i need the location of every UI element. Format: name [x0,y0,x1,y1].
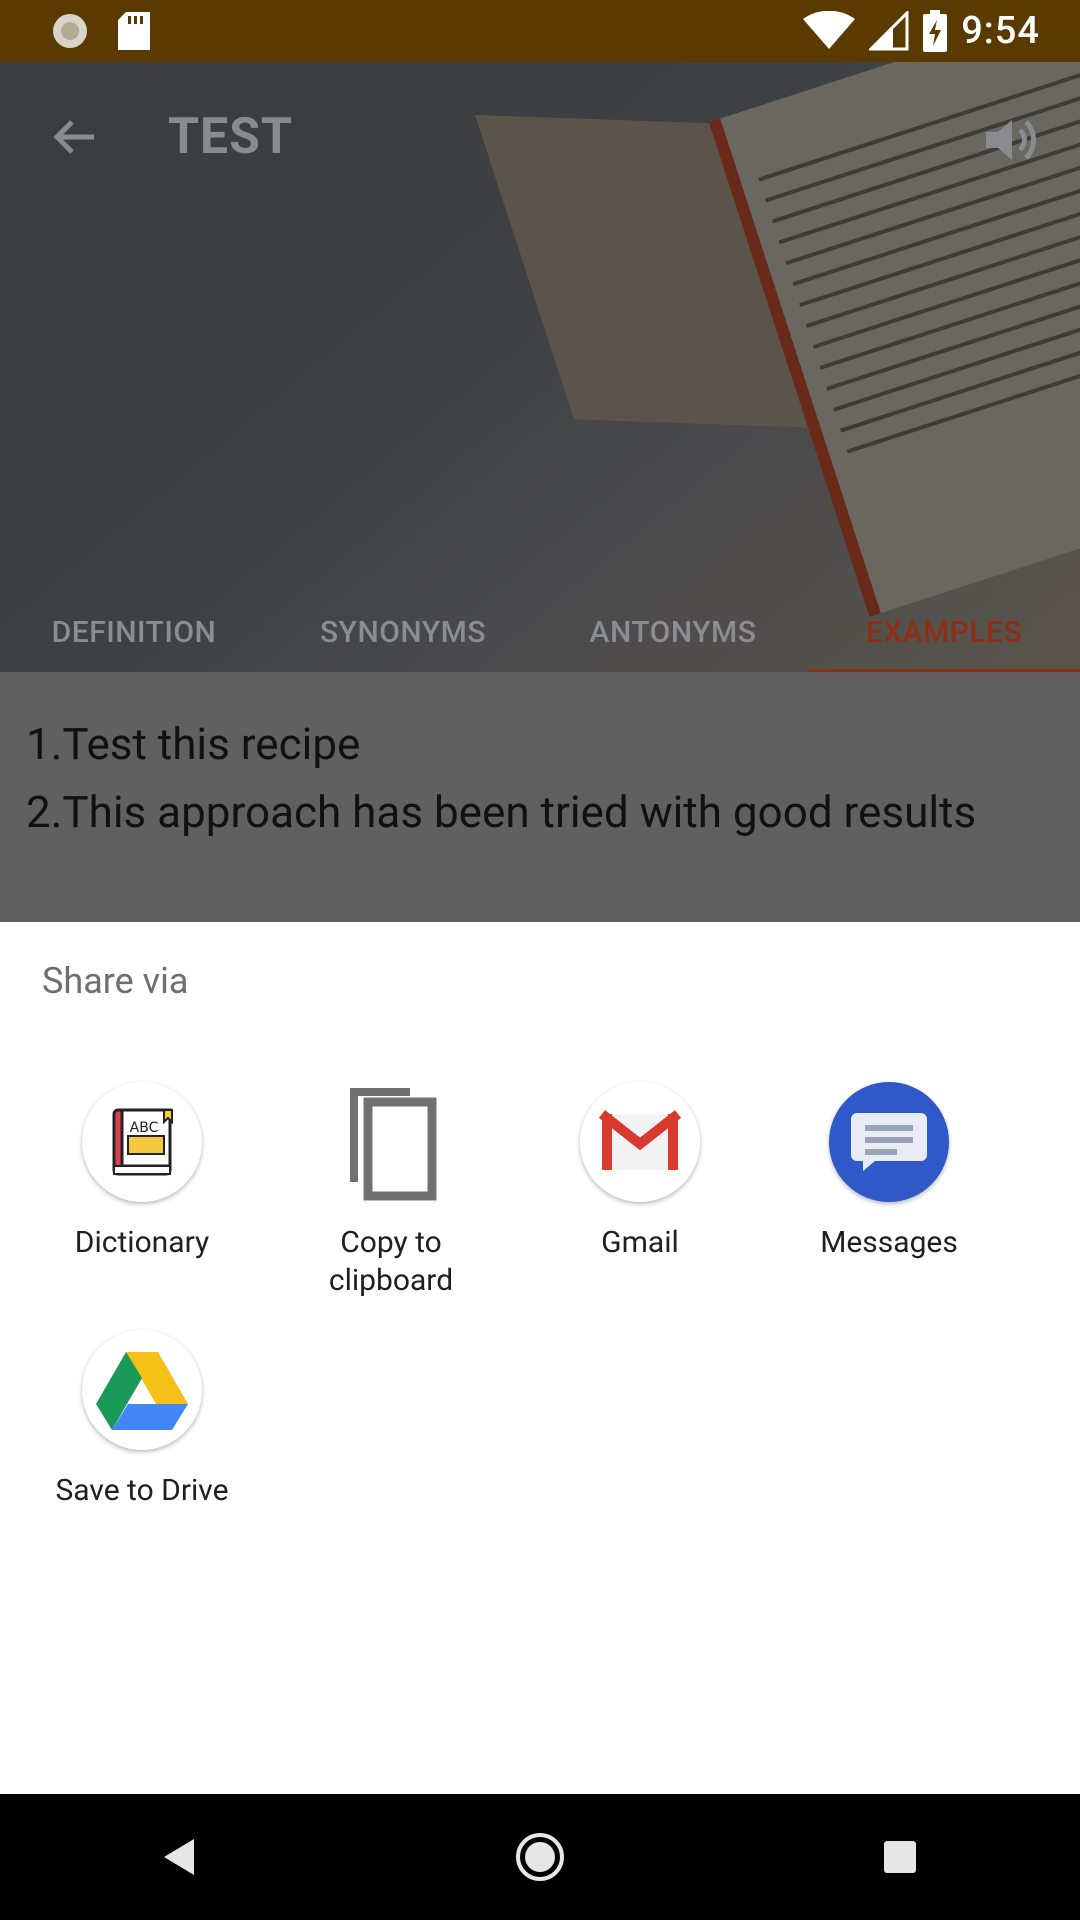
navigation-bar [0,1794,1080,1920]
back-nav-button[interactable] [140,1817,220,1897]
example-item: 2.This approach has been tried with good… [26,786,977,838]
page-title: TEST [168,108,293,166]
share-target-label: Gmail [601,1225,679,1260]
speaker-icon[interactable] [980,110,1040,170]
share-target-label: Copy to clipboard [328,1225,454,1298]
recents-nav-icon [884,1841,916,1873]
dictionary-icon: ABC [82,1082,202,1202]
tab-examples[interactable]: EXAMPLES [808,615,1080,674]
examples-content: 1.Test this recipe 2.This approach has b… [0,672,1080,922]
cell-signal-icon [869,11,909,51]
settings-notification-icon [53,14,87,48]
tab-bar: DEFINITION SYNONYMS ANTONYMS EXAMPLES [0,592,1080,674]
app-toolbar: TEST [0,62,1080,212]
wifi-icon [803,11,856,49]
messages-icon [829,1082,949,1202]
svg-text:ABC: ABC [130,1120,159,1136]
share-target-gmail[interactable]: Gmail [515,1082,765,1262]
share-target-label: Save to Drive [55,1473,229,1508]
home-nav-button[interactable] [500,1817,580,1897]
status-bar: 9:54 [0,0,1080,62]
tab-antonyms[interactable]: ANTONYMS [538,615,808,650]
example-item: 1.Test this recipe [26,718,361,770]
recents-nav-button[interactable] [860,1817,940,1897]
share-target-drive[interactable]: Save to Drive [17,1330,267,1510]
back-nav-icon [164,1839,194,1875]
share-target-label: Messages [820,1225,958,1260]
tab-definition[interactable]: DEFINITION [0,615,268,650]
share-sheet: Share via ABC Dictionary Copy to clipboa… [0,922,1080,1794]
status-time: 9:54 [961,9,1040,53]
share-target-messages[interactable]: Messages [764,1082,1014,1262]
battery-charging-icon [923,10,948,52]
share-target-copy[interactable]: Copy to clipboard [266,1082,516,1300]
share-target-dictionary[interactable]: ABC Dictionary [17,1082,267,1262]
copy-icon [331,1082,451,1202]
share-sheet-title: Share via [42,960,189,1002]
home-nav-icon [516,1833,564,1881]
word-detail-screen: TEST DEFINITION SYNONYMS ANTONYMS EXAMPL… [0,62,1080,922]
back-arrow-icon[interactable] [48,112,98,162]
sd-card-icon [118,12,150,50]
drive-icon [82,1330,202,1450]
tab-synonyms[interactable]: SYNONYMS [268,615,538,650]
share-target-label: Dictionary [74,1225,210,1260]
gmail-icon [580,1082,700,1202]
